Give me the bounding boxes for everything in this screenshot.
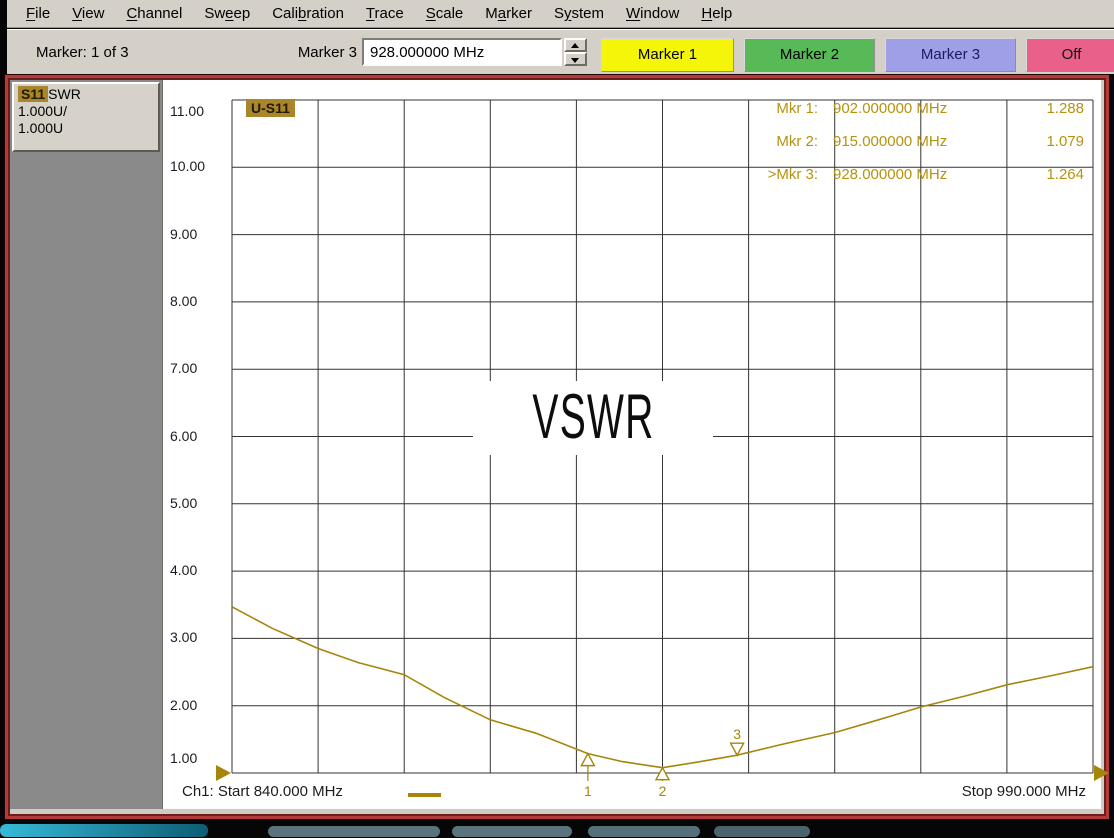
frequency-spinner xyxy=(564,38,587,66)
desktop-artifact xyxy=(714,826,810,837)
y-axis-tick-label: 8.00 xyxy=(170,293,224,309)
menu-item-file[interactable]: File xyxy=(15,2,61,25)
y-axis-tick-label: 6.00 xyxy=(170,428,224,444)
trace-sidebar xyxy=(10,80,162,809)
y-axis-tick-label: 10.00 xyxy=(170,158,224,174)
menu-bar: File View Channel Sweep Calibration Trac… xyxy=(7,0,1114,28)
y-axis-tick-label: 9.00 xyxy=(170,226,224,242)
menu-item-channel[interactable]: Channel xyxy=(115,2,193,25)
readout-marker-label: Mkr 2: xyxy=(726,133,818,150)
readout-marker-freq: 902.000000 MHz xyxy=(833,100,1003,117)
marker2-button[interactable]: Marker 2 xyxy=(744,38,875,72)
y-axis-tick-label: 2.00 xyxy=(170,697,224,713)
menu-item-help[interactable]: Help xyxy=(690,2,743,25)
trace-format-label: SWR xyxy=(48,86,81,102)
y-axis-tick-label: 7.00 xyxy=(170,360,224,376)
stop-frequency-label: Stop 990.000 MHz xyxy=(886,783,1086,800)
y-axis-tick-label: 11.00 xyxy=(170,103,224,119)
y-axis-tick-label: 1.00 xyxy=(170,750,224,766)
measurement-title: VSWR xyxy=(473,381,713,455)
marker-toolbar: Marker: 1 of 3 Marker 3 Marker 1 Marker … xyxy=(7,29,1114,74)
menu-item-view[interactable]: View xyxy=(61,2,115,25)
menu-item-sweep[interactable]: Sweep xyxy=(193,2,261,25)
marker-field-label: Marker 3 xyxy=(277,44,357,61)
desktop-artifact xyxy=(452,826,572,837)
menu-item-marker[interactable]: Marker xyxy=(474,2,543,25)
y-axis-tick-label: 3.00 xyxy=(170,629,224,645)
desktop-artifact xyxy=(0,824,208,837)
spinner-down-button[interactable] xyxy=(564,52,587,66)
channel-start-label: Ch1: Start 840.000 MHz xyxy=(182,783,343,800)
readout-marker-value: 1.079 xyxy=(1000,133,1084,150)
marker3-button[interactable]: Marker 3 xyxy=(885,38,1016,72)
desktop-background xyxy=(0,822,1114,838)
spinner-up-button[interactable] xyxy=(564,38,587,52)
marker-status-label: Marker: 1 of 3 xyxy=(36,44,129,61)
desktop-artifact xyxy=(588,826,700,837)
trace-id-badge: S11 xyxy=(18,86,48,102)
trace-status-panel[interactable]: S11SWR 1.000U/ 1.000U xyxy=(12,82,160,152)
desktop-artifact xyxy=(268,826,440,837)
readout-marker-label: >Mkr 3: xyxy=(726,166,818,183)
marker1-button[interactable]: Marker 1 xyxy=(601,38,734,72)
marker-frequency-input[interactable] xyxy=(362,38,562,66)
y-axis-tick-label: 4.00 xyxy=(170,562,224,578)
readout-marker-label: Mkr 1: xyxy=(726,100,818,117)
readout-marker-value: 1.264 xyxy=(1000,166,1084,183)
readout-marker-value: 1.288 xyxy=(1000,100,1084,117)
trace-legend-dash xyxy=(408,793,441,797)
menu-item-system[interactable]: System xyxy=(543,2,615,25)
marker-off-button[interactable]: Off xyxy=(1026,38,1114,72)
readout-marker-freq: 928.000000 MHz xyxy=(833,166,1003,183)
trace-ref-label: 1.000U xyxy=(18,120,154,137)
menu-item-trace[interactable]: Trace xyxy=(355,2,415,25)
menu-item-scale[interactable]: Scale xyxy=(415,2,475,25)
menu-item-calibration[interactable]: Calibration xyxy=(261,2,355,25)
readout-marker-freq: 915.000000 MHz xyxy=(833,133,1003,150)
menu-item-window[interactable]: Window xyxy=(615,2,690,25)
y-axis-tick-label: 5.00 xyxy=(170,495,224,511)
trace-scale-label: 1.000U/ xyxy=(18,103,154,120)
trace-label-badge: U-S11 xyxy=(246,99,295,117)
